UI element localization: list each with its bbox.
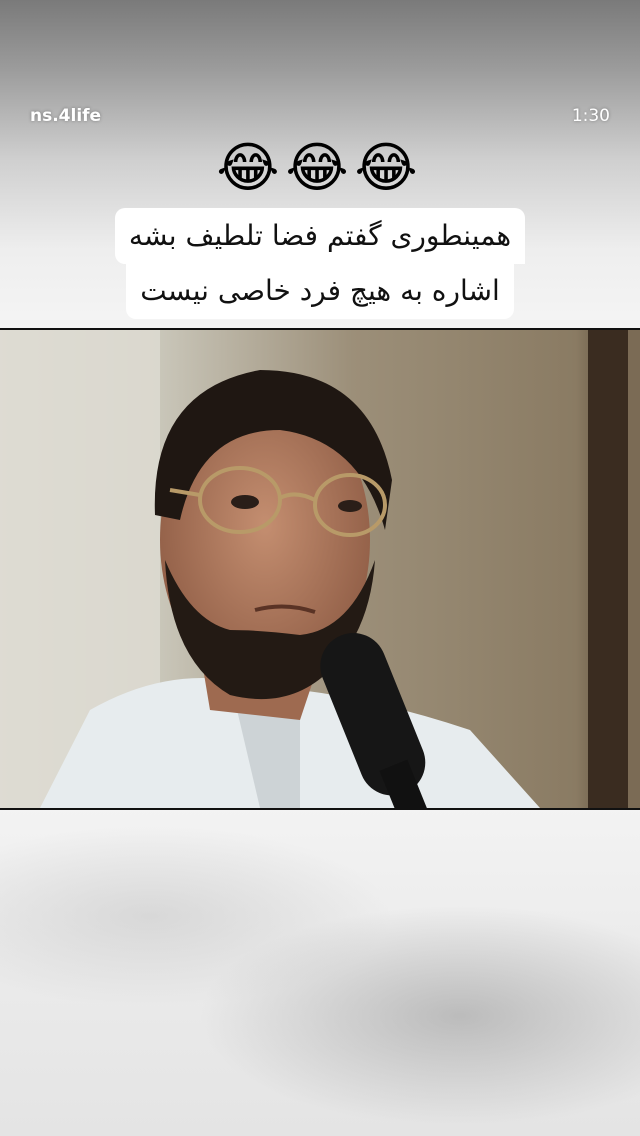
caption-line-1: همینطوری گفتم فضا تلطیف بشه [114, 208, 526, 264]
video-still [0, 330, 640, 808]
story-username[interactable]: ns.4life [30, 106, 101, 126]
story-caption: همینطوری گفتم فضا تلطیف بشه اشاره به هیچ… [0, 208, 640, 319]
story-timestamp: 1:30 [571, 106, 610, 126]
laughing-emoji-icons: 😂😂😂 [216, 136, 424, 199]
video-frame[interactable] [0, 328, 640, 810]
story-background [0, 806, 640, 1136]
caption-line-2: اشاره به هیچ فرد خاصی نیست [126, 263, 514, 319]
